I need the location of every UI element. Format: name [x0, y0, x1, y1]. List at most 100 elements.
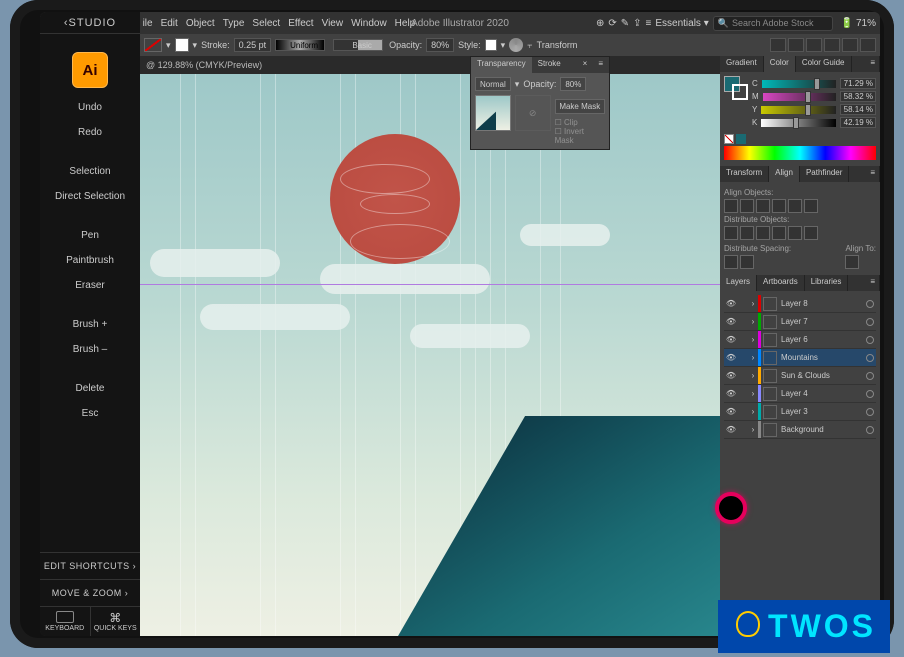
- menu-type[interactable]: Type: [223, 18, 245, 29]
- visibility-icon[interactable]: 👁: [724, 389, 738, 398]
- transform-label[interactable]: Transform: [537, 40, 578, 50]
- tab-artboards[interactable]: Artboards: [757, 275, 805, 291]
- dist-icon[interactable]: [740, 226, 754, 240]
- layer-row[interactable]: 👁›Mountains: [724, 349, 876, 367]
- align-hcenter-icon[interactable]: [740, 199, 754, 213]
- tab-color-guide[interactable]: Color Guide: [796, 56, 852, 72]
- dist-icon[interactable]: [724, 226, 738, 240]
- disclosure-icon[interactable]: ›: [748, 389, 758, 398]
- mask-thumbnail[interactable]: ⊘: [515, 95, 551, 131]
- menu-select[interactable]: Select: [252, 18, 280, 29]
- tool-icon[interactable]: [824, 38, 840, 52]
- dist-icon[interactable]: [804, 226, 818, 240]
- tool-icon[interactable]: [842, 38, 858, 52]
- tool-icon[interactable]: [788, 38, 804, 52]
- keyboard-button[interactable]: KEYBOARD: [40, 607, 91, 636]
- disclosure-icon[interactable]: ›: [748, 335, 758, 344]
- panel-menu-icon[interactable]: ≡: [592, 57, 609, 73]
- paintbrush-button[interactable]: Paintbrush: [66, 255, 114, 266]
- tool-icon[interactable]: [770, 38, 786, 52]
- opacity-input[interactable]: 80%: [426, 38, 454, 52]
- align-right-icon[interactable]: [756, 199, 770, 213]
- visibility-icon[interactable]: 👁: [724, 317, 738, 326]
- layer-row[interactable]: 👁›Layer 8: [724, 295, 876, 313]
- tool-icon[interactable]: [860, 38, 876, 52]
- direct-selection-button[interactable]: Direct Selection: [55, 191, 125, 202]
- tab-color[interactable]: Color: [764, 56, 796, 72]
- layer-name[interactable]: Layer 7: [779, 317, 866, 326]
- align-bottom-icon[interactable]: [804, 199, 818, 213]
- tab-transparency[interactable]: Transparency: [471, 57, 532, 73]
- stroke-swatch[interactable]: [175, 38, 189, 52]
- move-zoom-button[interactable]: MOVE & ZOOM ›: [40, 579, 140, 606]
- y-slider[interactable]: [761, 106, 836, 114]
- close-icon[interactable]: ×: [578, 57, 593, 73]
- dist-icon[interactable]: [772, 226, 786, 240]
- m-value[interactable]: 58.32 %: [840, 91, 876, 102]
- y-value[interactable]: 58.14 %: [840, 104, 876, 115]
- blend-mode-dropdown[interactable]: Normal: [475, 77, 511, 91]
- target-icon[interactable]: [866, 300, 874, 308]
- transparency-panel[interactable]: Transparency Stroke × ≡ Normal▾ Opacity:…: [470, 56, 610, 150]
- quick-keys-button[interactable]: ⌘QUICK KEYS: [91, 607, 141, 636]
- target-icon[interactable]: [866, 426, 874, 434]
- menu-window[interactable]: Window: [351, 18, 387, 29]
- visibility-icon[interactable]: 👁: [724, 407, 738, 416]
- disclosure-icon[interactable]: ›: [748, 407, 758, 416]
- target-icon[interactable]: [866, 336, 874, 344]
- tab-transform[interactable]: Transform: [720, 166, 769, 182]
- disclosure-icon[interactable]: ›: [748, 353, 758, 362]
- layer-name[interactable]: Mountains: [779, 353, 866, 362]
- align-vcenter-icon[interactable]: [788, 199, 802, 213]
- layer-name[interactable]: Layer 4: [779, 389, 866, 398]
- menu-edit[interactable]: Edit: [161, 18, 178, 29]
- dist-sp-icon[interactable]: [724, 255, 738, 269]
- crosshair-icon[interactable]: ⊕: [596, 18, 604, 29]
- make-mask-button[interactable]: Make Mask: [555, 99, 605, 114]
- esc-button[interactable]: Esc: [82, 408, 99, 419]
- target-icon[interactable]: [866, 318, 874, 326]
- chevron-down-icon[interactable]: ▾: [166, 40, 171, 51]
- tab-stroke[interactable]: Stroke: [532, 57, 567, 73]
- layer-row[interactable]: 👁›Background: [724, 421, 876, 439]
- tool-icon[interactable]: [806, 38, 822, 52]
- tab-pathfinder[interactable]: Pathfinder: [800, 166, 849, 182]
- c-slider[interactable]: [762, 80, 836, 88]
- pen-button[interactable]: Pen: [81, 230, 99, 241]
- edit-shortcuts-button[interactable]: EDIT SHORTCUTS ›: [40, 552, 140, 579]
- tab-align[interactable]: Align: [769, 166, 800, 182]
- layer-row[interactable]: 👁›Layer 7: [724, 313, 876, 331]
- layer-row[interactable]: 👁 › Layer 4: [724, 385, 876, 403]
- layer-name[interactable]: Sun & Clouds: [779, 371, 866, 380]
- search-input[interactable]: 🔍 Search Adobe Stock: [713, 16, 833, 31]
- horizontal-guide[interactable]: [140, 284, 720, 285]
- dist-icon[interactable]: [788, 226, 802, 240]
- fill-stroke-swatch[interactable]: [724, 76, 748, 100]
- redo-button[interactable]: Redo: [78, 127, 102, 138]
- document-tab[interactable]: @ 129.88% (CMYK/Preview): [146, 60, 262, 70]
- canvas[interactable]: [140, 74, 720, 636]
- layer-row[interactable]: 👁›Sun & Clouds: [724, 367, 876, 385]
- align-top-icon[interactable]: [772, 199, 786, 213]
- align-icon[interactable]: ⫟: [527, 40, 532, 51]
- tab-gradient[interactable]: Gradient: [720, 56, 764, 72]
- stroke-weight-input[interactable]: 0.25 pt: [234, 38, 272, 52]
- selection-button[interactable]: Selection: [69, 166, 110, 177]
- k-value[interactable]: 42.19 %: [840, 117, 876, 128]
- share-icon[interactable]: ⇪: [633, 18, 641, 29]
- layer-name[interactable]: Layer 6: [779, 335, 866, 344]
- visibility-icon[interactable]: 👁: [724, 335, 738, 344]
- disclosure-icon[interactable]: ›: [748, 299, 758, 308]
- tab-libraries[interactable]: Libraries: [805, 275, 849, 291]
- c-value[interactable]: 71.29 %: [840, 78, 876, 89]
- layer-name[interactable]: Layer 3: [779, 407, 866, 416]
- menu-icon[interactable]: ≡: [646, 18, 652, 29]
- workspace-switcher[interactable]: Essentials ▾: [655, 18, 708, 29]
- visibility-icon[interactable]: 👁: [724, 299, 738, 308]
- chevron-down-icon[interactable]: ▾: [501, 40, 506, 51]
- undo-button[interactable]: Undo: [78, 102, 102, 113]
- disclosure-icon[interactable]: ›: [748, 425, 758, 434]
- panel-menu-icon[interactable]: ≡: [866, 56, 880, 72]
- k-slider[interactable]: [761, 119, 836, 127]
- clip-checkbox[interactable]: ☐ Clip: [555, 118, 605, 127]
